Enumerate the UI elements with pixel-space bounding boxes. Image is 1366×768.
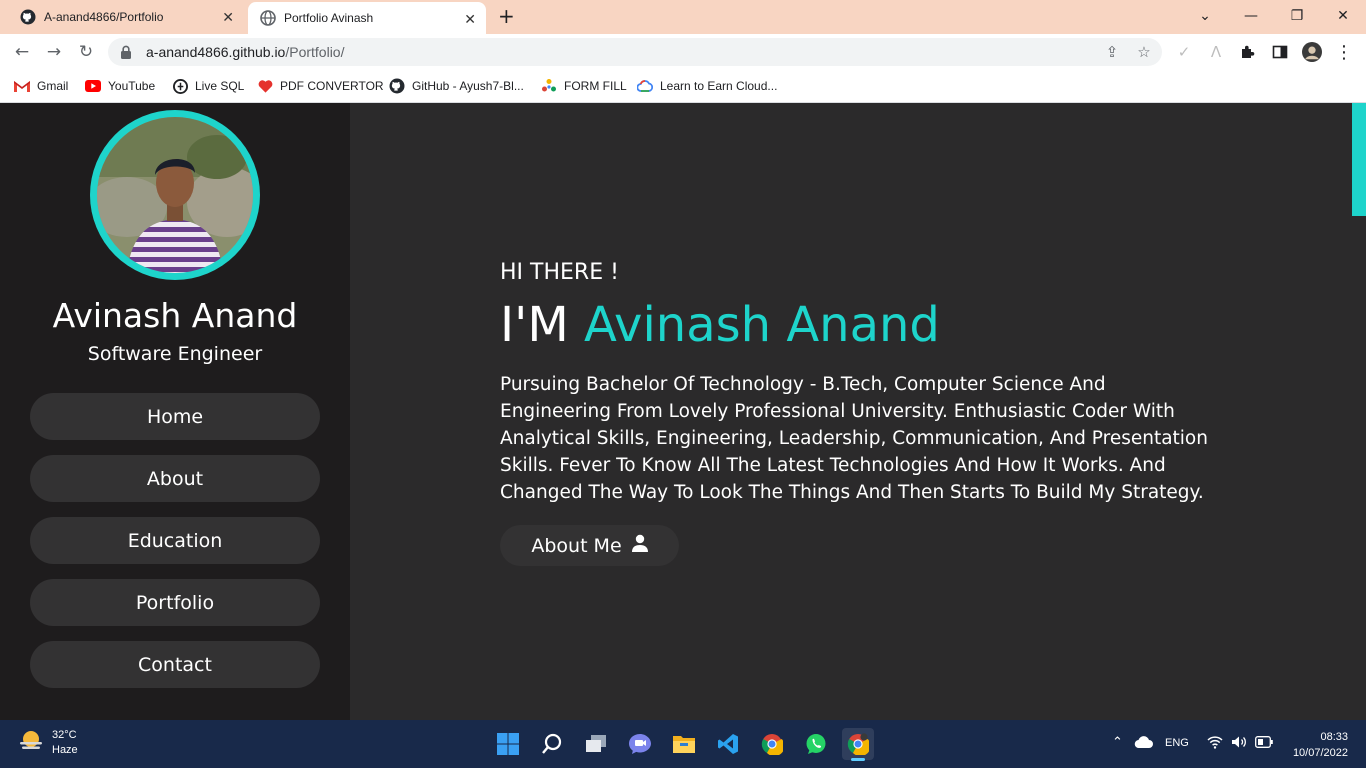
chrome-active-icon[interactable] bbox=[842, 728, 874, 761]
hero-bio: Pursuing Bachelor Of Technology - B.Tech… bbox=[500, 374, 1208, 503]
nav-about-button[interactable]: About bbox=[30, 455, 320, 502]
profile-role: Software Engineer bbox=[87, 343, 263, 365]
livesql-icon bbox=[172, 78, 188, 94]
profile-avatar-icon[interactable] bbox=[1302, 42, 1322, 62]
globe-icon bbox=[260, 10, 276, 26]
bookmark-form-fill[interactable]: FORM FILL bbox=[541, 76, 627, 96]
bookmark-label: Gmail bbox=[37, 79, 69, 93]
profile-name: Avinash Anand bbox=[52, 296, 298, 335]
about-me-label: About Me bbox=[531, 534, 622, 557]
hero-section: HI THERE ! I'M Avinash Anand Pursuing Ba… bbox=[350, 103, 1352, 720]
github-icon bbox=[20, 9, 36, 25]
sidebar: Avinash Anand Software Engineer Home Abo… bbox=[0, 103, 350, 720]
bookmarks-bar: Gmail YouTube Live SQL PDF CONVERTOR Git… bbox=[0, 70, 1366, 103]
close-tab-icon[interactable]: ✕ bbox=[222, 9, 234, 25]
new-tab-plus-icon[interactable]: + bbox=[498, 6, 515, 26]
nav-portfolio-button[interactable]: Portfolio bbox=[30, 579, 320, 626]
bookmark-label: GitHub - Ayush7-Bl... bbox=[412, 79, 524, 93]
active-app-indicator bbox=[851, 758, 865, 761]
bookmark-gmail[interactable]: Gmail bbox=[14, 76, 68, 96]
side-panel-icon[interactable] bbox=[1270, 42, 1290, 62]
browser-tabstrip: A-anand4866/Portfolio ✕ Portfolio Avinas… bbox=[0, 0, 1366, 34]
portfolio-page: Avinash Anand Software Engineer Home Abo… bbox=[0, 103, 1366, 720]
bookmark-github-ayush[interactable]: GitHub - Ayush7-Bl... bbox=[389, 76, 524, 96]
close-tab-icon[interactable]: ✕ bbox=[464, 11, 476, 27]
tray-chevron-up-icon[interactable]: ⌃ bbox=[1112, 734, 1123, 750]
bookmark-live-sql[interactable]: Live SQL bbox=[172, 76, 244, 96]
minimize-icon[interactable]: — bbox=[1228, 0, 1274, 32]
gmail-icon bbox=[14, 78, 30, 94]
bookmark-pdf-convertor[interactable]: PDF CONVERTOR bbox=[257, 76, 384, 96]
hero-im: I'M bbox=[500, 297, 569, 353]
bookmark-label: FORM FILL bbox=[564, 79, 627, 93]
weather-condition: Haze bbox=[52, 744, 78, 756]
reload-icon[interactable]: ↻ bbox=[74, 40, 98, 64]
battery-icon[interactable] bbox=[1255, 736, 1273, 751]
onedrive-cloud-icon[interactable] bbox=[1134, 736, 1154, 751]
volume-icon[interactable] bbox=[1231, 735, 1247, 752]
weather-text: 32°C Haze bbox=[52, 728, 78, 758]
task-view-icon[interactable] bbox=[580, 728, 612, 760]
share-icon[interactable]: ⇪ bbox=[1102, 42, 1122, 62]
teams-chat-icon[interactable] bbox=[624, 728, 656, 760]
user-icon bbox=[631, 534, 648, 557]
weather-widget[interactable]: 32°C Haze bbox=[18, 728, 78, 758]
url-text: a-anand4866.github.io/Portfolio/ bbox=[146, 44, 344, 60]
close-window-icon[interactable]: ✕ bbox=[1320, 0, 1366, 32]
lock-icon[interactable] bbox=[120, 45, 134, 59]
windows-start-icon[interactable] bbox=[492, 728, 524, 760]
browser-toolbar: ← → ↻ a-anand4866.github.io/Portfolio/ ⇪… bbox=[0, 34, 1366, 70]
check-extension-icon[interactable]: ✓ bbox=[1174, 42, 1194, 62]
hero-greeting: HI THERE ! bbox=[500, 260, 619, 285]
wifi-icon[interactable] bbox=[1207, 735, 1223, 752]
chrome-icon[interactable] bbox=[756, 728, 788, 760]
github-icon bbox=[389, 78, 405, 94]
hero-headline: I'M Avinash Anand bbox=[500, 297, 940, 353]
url-path: /Portfolio/ bbox=[285, 44, 345, 60]
file-explorer-icon[interactable] bbox=[668, 728, 700, 760]
bookmark-label: Learn to Earn Cloud... bbox=[660, 79, 778, 93]
tab-portfolio-avinash[interactable]: Portfolio Avinash ✕ bbox=[248, 2, 486, 34]
vscode-icon[interactable] bbox=[712, 728, 744, 760]
tab-search-chevron-icon[interactable]: ⌄ bbox=[1182, 0, 1228, 32]
menu-kebab-icon[interactable]: ⋮ bbox=[1334, 42, 1354, 63]
back-arrow-icon[interactable]: ← bbox=[10, 40, 34, 64]
formfill-icon bbox=[541, 78, 557, 94]
extension-a-icon[interactable]: Λ bbox=[1206, 42, 1226, 62]
input-language[interactable]: ENG bbox=[1165, 737, 1189, 749]
tab-github-portfolio[interactable]: A-anand4866/Portfolio ✕ bbox=[8, 0, 244, 34]
tab-title: A-anand4866/Portfolio bbox=[44, 10, 164, 24]
weather-temperature: 32°C bbox=[52, 729, 77, 741]
bookmark-label: YouTube bbox=[108, 79, 156, 93]
windows-taskbar: 32°C Haze ⌃ ENG 08:33 10/07/2022 bbox=[0, 720, 1366, 768]
page-scrollbar-thumb[interactable] bbox=[1352, 103, 1366, 216]
bookmark-star-icon[interactable]: ☆ bbox=[1134, 42, 1154, 62]
haze-sun-icon bbox=[18, 729, 44, 758]
bookmark-learn-to-earn[interactable]: Learn to Earn Cloud... bbox=[637, 76, 777, 96]
whatsapp-icon[interactable] bbox=[800, 728, 832, 760]
google-cloud-icon bbox=[637, 78, 653, 94]
bookmark-label: Live SQL bbox=[195, 79, 245, 93]
system-clock[interactable]: 08:33 10/07/2022 bbox=[1293, 729, 1348, 761]
bookmark-youtube[interactable]: YouTube bbox=[85, 76, 155, 96]
forward-arrow-icon[interactable]: → bbox=[42, 40, 66, 64]
about-me-button[interactable]: About Me bbox=[500, 525, 679, 566]
youtube-icon bbox=[85, 78, 101, 94]
nav-home-button[interactable]: Home bbox=[30, 393, 320, 440]
hero-name-highlight: Avinash Anand bbox=[584, 297, 940, 353]
clock-time: 08:33 bbox=[1320, 731, 1348, 743]
pdf-heart-icon bbox=[257, 78, 273, 94]
url-host: a-anand4866.github.io bbox=[146, 44, 286, 60]
extensions-puzzle-icon[interactable] bbox=[1238, 42, 1258, 62]
address-bar[interactable]: a-anand4866.github.io/Portfolio/ bbox=[108, 38, 1162, 66]
nav-contact-button[interactable]: Contact bbox=[30, 641, 320, 688]
bookmark-label: PDF CONVERTOR bbox=[280, 79, 384, 93]
search-icon[interactable] bbox=[536, 728, 568, 760]
profile-photo bbox=[90, 110, 260, 280]
nav-education-button[interactable]: Education bbox=[30, 517, 320, 564]
clock-date: 10/07/2022 bbox=[1292, 747, 1348, 759]
tab-title: Portfolio Avinash bbox=[284, 11, 374, 25]
restore-icon[interactable]: ❐ bbox=[1274, 0, 1320, 32]
